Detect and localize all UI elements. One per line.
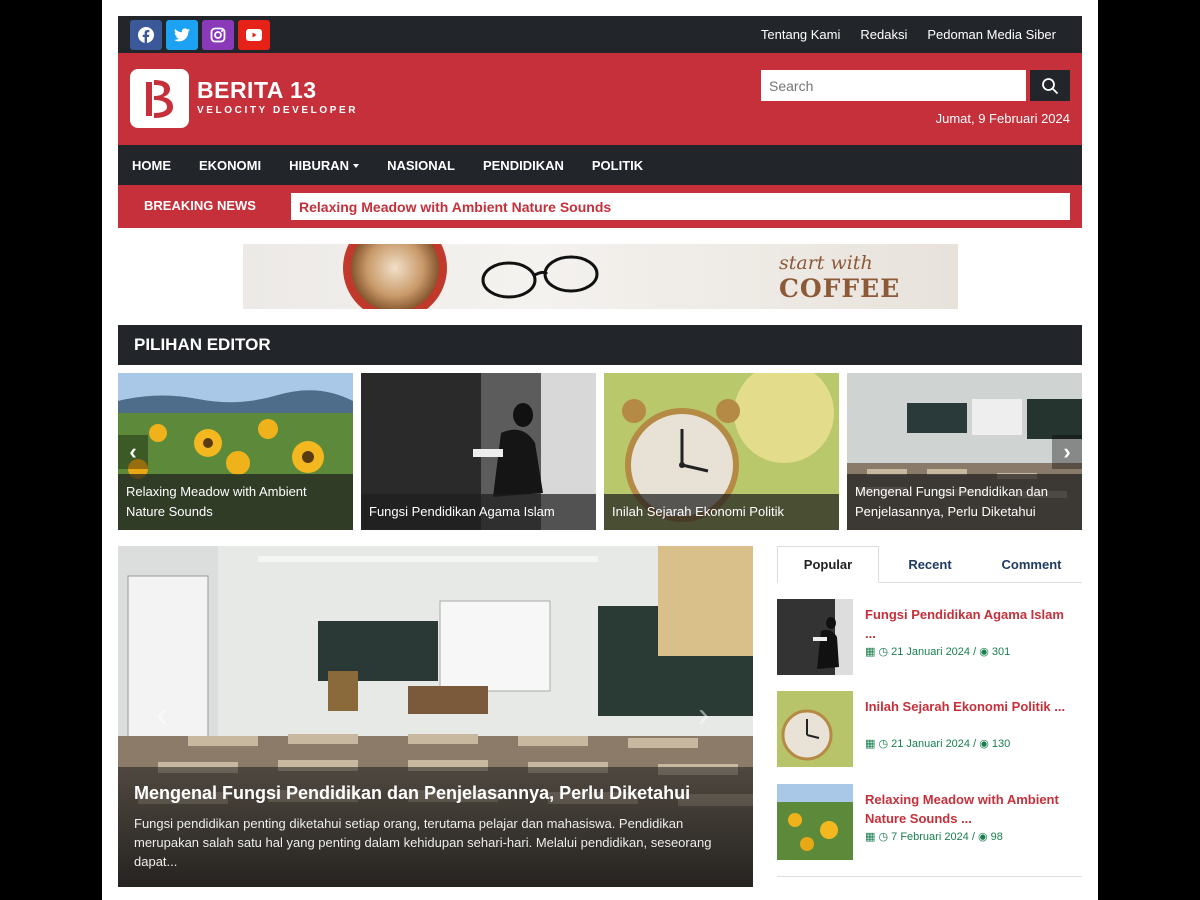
post-views: 301 — [991, 646, 1011, 658]
glasses-image — [481, 255, 599, 299]
nav-item-ekonomi[interactable]: EKONOMI — [199, 158, 261, 173]
editor-card[interactable]: Inilah Sejarah Ekonomi Politik — [604, 373, 839, 530]
topnav-link-redaksi[interactable]: Redaksi — [860, 27, 907, 42]
nav-item-politik[interactable]: POLITIK — [592, 158, 643, 173]
breaking-news-headline[interactable]: Relaxing Meadow with Ambient Nature Soun… — [291, 193, 1070, 220]
editor-card[interactable]: Fungsi Pendidikan Agama Islam — [361, 373, 596, 530]
post-meta: ▦ ◷ 21 Januari 2024 / ◉ 130 — [865, 738, 1011, 750]
editor-card-title[interactable]: Fungsi Pendidikan Agama Islam — [361, 494, 596, 530]
editor-card-title[interactable]: Relaxing Meadow with Ambient Nature Soun… — [118, 474, 353, 530]
clock-icon: ◷ — [878, 831, 889, 843]
tab-popular[interactable]: Popular — [777, 546, 879, 583]
top-nav: Tentang Kami Redaksi Pedoman Media Siber — [761, 27, 1070, 42]
editor-section-title: PILIHAN EDITOR — [118, 325, 1082, 365]
clock-icon: ◷ — [878, 646, 889, 658]
post-date: 21 Januari 2024 — [891, 738, 971, 750]
post-thumbnail[interactable] — [777, 599, 853, 675]
current-date: Jumat, 9 Februari 2024 — [935, 111, 1070, 126]
banner-headline: COFFEE — [779, 274, 901, 303]
eye-icon: ◉ — [979, 738, 989, 750]
carousel-prev-button[interactable]: ‹ — [118, 435, 148, 469]
chevron-left-icon[interactable]: ‹ — [156, 696, 167, 735]
tab-comment[interactable]: Comment — [981, 546, 1082, 583]
post-date: 7 Februari 2024 — [891, 831, 969, 843]
site-header: BERITA 13 VELOCITY DEVELOPER Jumat, 9 Fe… — [118, 53, 1082, 145]
search-button[interactable] — [1030, 70, 1070, 101]
topnav-link-pedoman-media-siber[interactable]: Pedoman Media Siber — [927, 27, 1056, 42]
eye-icon: ◉ — [977, 831, 988, 843]
calendar-icon: ▦ — [865, 831, 876, 843]
editor-card-title[interactable]: Inilah Sejarah Ekonomi Politik — [604, 494, 839, 530]
post-title[interactable]: Inilah Sejarah Ekonomi Politik ... — [865, 697, 1075, 716]
banner-tagline: start with — [779, 252, 873, 274]
site-title[interactable]: BERITA 13 — [197, 77, 317, 104]
editor-carousel: Relaxing Meadow with Ambient Nature Soun… — [118, 373, 1082, 530]
nav-item-hiburan[interactable]: HIBURAN — [289, 157, 360, 173]
topnav-link-tentang-kami[interactable]: Tentang Kami — [761, 27, 841, 42]
editor-card-title[interactable]: Mengenal Fungsi Pendidikan dan Penjelasa… — [847, 474, 1082, 530]
breaking-news-bar: BREAKING NEWS Relaxing Meadow with Ambie… — [118, 185, 1082, 228]
editor-card[interactable]: Mengenal Fungsi Pendidikan dan Penjelasa… — [847, 373, 1082, 530]
praying-man-image — [777, 599, 853, 675]
main-nav: HOME EKONOMI HIBURAN NASIONAL PENDIDIKAN… — [118, 145, 1082, 185]
featured-caption: Mengenal Fungsi Pendidikan dan Penjelasa… — [118, 767, 753, 887]
popular-post-item[interactable]: Inilah Sejarah Ekonomi Politik ... ▦ ◷ 2… — [777, 691, 1082, 769]
post-thumbnail[interactable] — [777, 784, 853, 860]
chevron-left-icon: ‹ — [129, 439, 137, 464]
post-meta: ▦ ◷ 7 Februari 2024 / ◉ 98 — [865, 831, 1003, 843]
chevron-right-icon[interactable]: › — [698, 696, 709, 735]
post-meta: ▦ ◷ 21 Januari 2024 / ◉ 301 — [865, 646, 1011, 658]
calendar-icon: ▦ — [865, 646, 876, 658]
calendar-icon: ▦ — [865, 738, 876, 750]
nav-item-pendidikan[interactable]: PENDIDIKAN — [483, 158, 564, 173]
youtube-icon[interactable] — [238, 19, 270, 50]
latte-art-image — [351, 244, 439, 309]
search-icon — [1042, 77, 1059, 94]
popular-post-item[interactable]: Relaxing Meadow with Ambient Nature Soun… — [777, 784, 1082, 862]
logo-icon[interactable] — [130, 69, 189, 128]
twitter-icon[interactable] — [166, 19, 198, 50]
page: Tentang Kami Redaksi Pedoman Media Siber… — [102, 0, 1098, 900]
site-subtitle: VELOCITY DEVELOPER — [197, 105, 359, 116]
social-links — [130, 19, 270, 50]
search-input[interactable] — [761, 70, 1026, 101]
carousel-next-button[interactable]: › — [1052, 435, 1082, 469]
post-views: 98 — [990, 831, 1003, 843]
facebook-icon[interactable] — [130, 19, 162, 50]
nav-item-home[interactable]: HOME — [132, 158, 171, 173]
post-title[interactable]: Relaxing Meadow with Ambient Nature Soun… — [865, 790, 1075, 828]
instagram-icon[interactable] — [202, 19, 234, 50]
post-thumbnail[interactable] — [777, 691, 853, 767]
sidebar-divider — [777, 876, 1082, 877]
popular-post-item[interactable]: Fungsi Pendidikan Agama Islam ... ▦ ◷ 21… — [777, 599, 1082, 677]
editor-card[interactable]: Relaxing Meadow with Ambient Nature Soun… — [118, 373, 353, 530]
eye-icon: ◉ — [979, 646, 989, 658]
nav-item-nasional[interactable]: NASIONAL — [387, 158, 455, 173]
post-title[interactable]: Fungsi Pendidikan Agama Islam ... — [865, 605, 1075, 643]
breaking-news-label: BREAKING NEWS — [144, 198, 256, 213]
post-date: 21 Januari 2024 — [891, 646, 971, 658]
post-views: 130 — [991, 738, 1011, 750]
sidebar-tabs: Popular Recent Comment — [777, 546, 1082, 583]
featured-excerpt: Fungsi pendidikan penting diketahui seti… — [134, 816, 712, 869]
nav-item-hiburan-label: HIBURAN — [289, 157, 350, 173]
chevron-right-icon: › — [1063, 439, 1071, 464]
clock-icon: ◷ — [878, 738, 889, 750]
top-bar: Tentang Kami Redaksi Pedoman Media Siber — [118, 16, 1082, 53]
caret-down-icon — [353, 164, 360, 169]
alarm-clock-image — [777, 691, 853, 767]
tab-recent[interactable]: Recent — [879, 546, 981, 583]
meadow-image — [777, 784, 853, 860]
featured-title[interactable]: Mengenal Fungsi Pendidikan dan Penjelasa… — [134, 783, 737, 804]
featured-slide[interactable]: ‹ › Mengenal Fungsi Pendidikan dan Penje… — [118, 546, 753, 887]
ad-banner[interactable]: start with COFFEE — [243, 244, 958, 309]
